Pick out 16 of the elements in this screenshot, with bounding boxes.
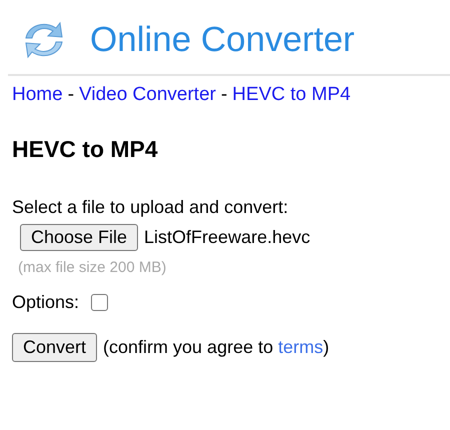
breadcrumb-separator: - [220,84,228,106]
site-title[interactable]: Online Converter [90,20,355,60]
options-label: Options: [12,292,80,313]
terms-link[interactable]: terms [278,337,324,357]
page-heading: HEVC to MP4 [12,136,159,163]
breadcrumb-link[interactable]: Home [12,84,63,106]
options-checkbox[interactable] [91,294,108,311]
breadcrumb-link[interactable]: HEVC to MP4 [232,84,351,106]
upload-prompt: Select a file to upload and convert: [12,197,290,218]
terms-note: (confirm you agree to terms) [103,337,330,358]
file-size-hint: (max file size 200 MB) [18,259,168,276]
file-name: ListOfFreeware.hevc [144,227,310,248]
convert-button[interactable]: Convert [12,333,98,362]
breadcrumb-separator: - [68,84,74,106]
breadcrumb-link[interactable]: Video Converter [79,84,216,106]
choose-file-button[interactable]: Choose File [20,224,138,251]
